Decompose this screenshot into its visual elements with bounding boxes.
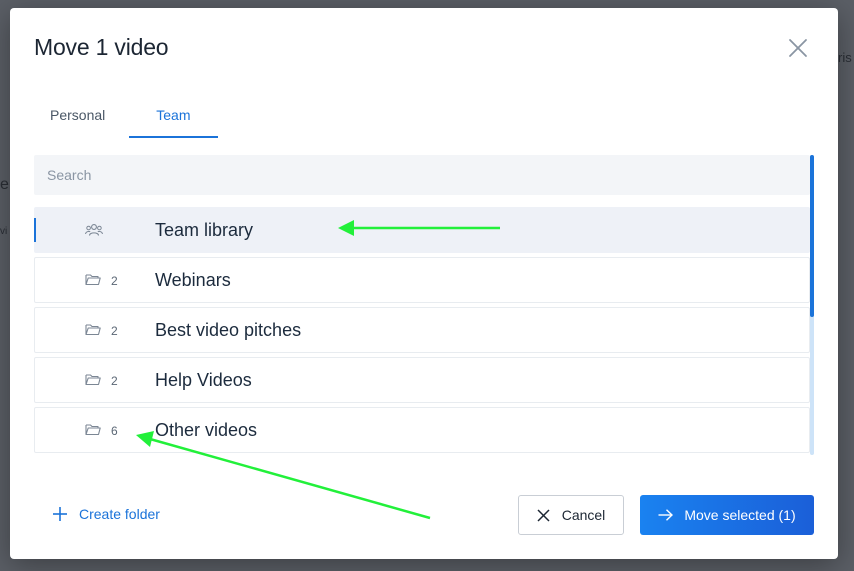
scrollbar[interactable]	[810, 155, 814, 455]
folder-name: Team library	[155, 220, 254, 240]
folder-icon	[85, 373, 101, 387]
move-selected-button[interactable]: Move selected (1)	[640, 495, 814, 535]
cancel-button[interactable]: Cancel	[518, 495, 624, 535]
backdrop-text-fragment: e	[0, 176, 9, 193]
create-folder-label: Create folder	[79, 506, 160, 522]
folder-name: Webinars	[155, 270, 231, 290]
search-input[interactable]	[34, 155, 810, 195]
create-folder-button[interactable]: Create folder	[52, 506, 160, 522]
close-icon	[537, 508, 550, 522]
folder-row-team-library[interactable]: Team library	[34, 207, 810, 253]
folder-count: 2	[111, 274, 118, 288]
folder-row-other-videos[interactable]: 6 Other videos	[34, 407, 810, 453]
folder-name: Help Videos	[155, 370, 252, 390]
plus-icon	[53, 507, 67, 521]
tab-team[interactable]: Team	[129, 98, 218, 138]
dialog-title: Move 1 video	[34, 34, 169, 60]
close-icon[interactable]	[785, 35, 811, 61]
move-video-dialog: Move 1 video Personal Team Tea	[10, 8, 838, 559]
tab-bar: Personal Team	[34, 98, 236, 138]
folder-row-webinars[interactable]: 2 Webinars	[34, 257, 810, 303]
scrollbar-thumb[interactable]	[810, 155, 814, 317]
tab-personal[interactable]: Personal	[34, 98, 121, 138]
folder-list: Team library 2 Webinars 2 Best video pit…	[34, 207, 810, 457]
folder-count: 6	[111, 424, 118, 438]
folder-row-help-videos[interactable]: 2 Help Videos	[34, 357, 810, 403]
folder-name: Other videos	[155, 420, 258, 440]
backdrop-text-fragment: ris	[838, 50, 852, 65]
folder-count: 2	[111, 324, 118, 338]
folder-count: 2	[111, 374, 118, 388]
cancel-label: Cancel	[561, 507, 606, 523]
move-selected-label: Move selected (1)	[684, 507, 796, 523]
folder-row-best-video-pitches[interactable]: 2 Best video pitches	[34, 307, 810, 353]
arrow-right-icon	[658, 509, 674, 521]
folder-name: Best video pitches	[155, 320, 302, 340]
folder-icon	[85, 423, 101, 437]
folder-icon	[85, 273, 101, 287]
backdrop-text-fragment: vi	[0, 226, 8, 237]
folder-icon	[85, 323, 101, 337]
team-icon	[85, 223, 103, 237]
